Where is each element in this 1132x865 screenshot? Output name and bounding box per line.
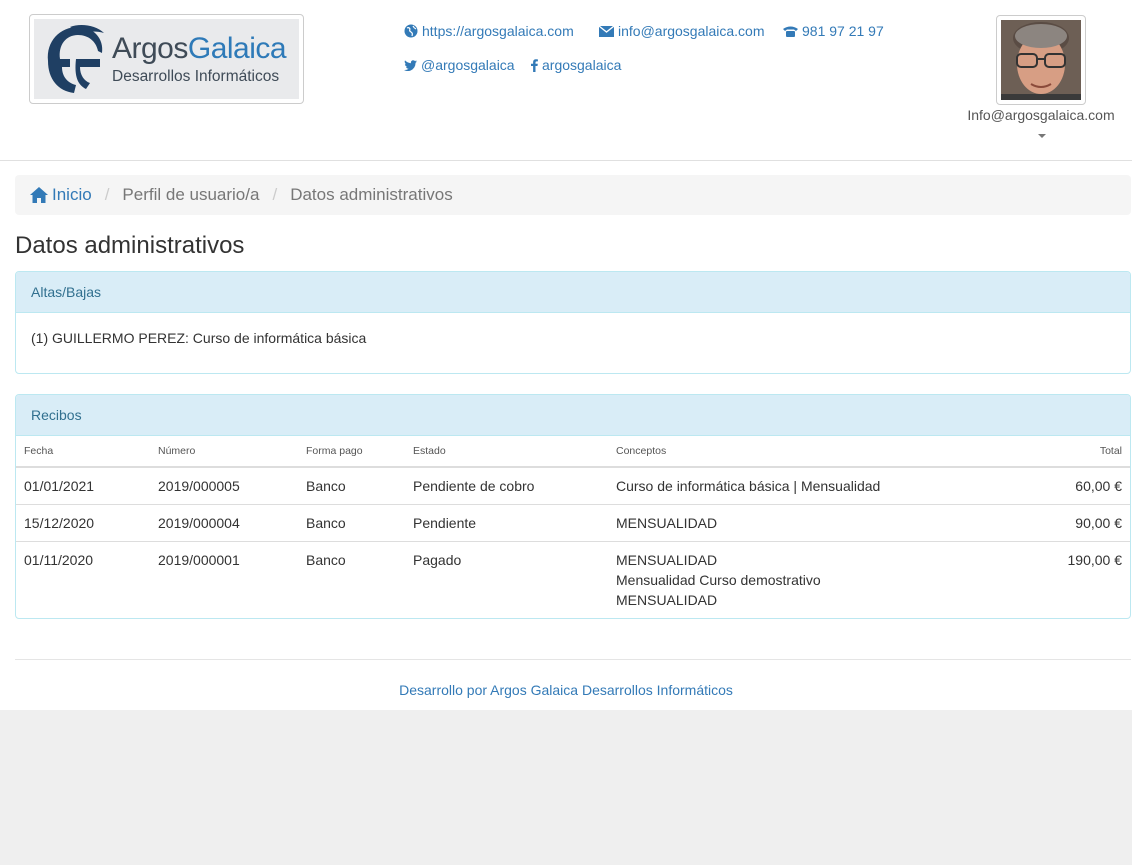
breadcrumb-item-current: Datos administrativos [290,185,453,204]
avatar [1001,20,1081,100]
facebook-text: argosgalaica [542,57,622,73]
page-title: Datos administrativos [15,232,245,259]
envelope-icon [599,25,614,37]
recibos-table: Fecha Número Forma pago Estado Conceptos… [16,436,1130,618]
facebook-link[interactable]: argosgalaica [531,57,621,73]
cell-numero: 2019/000004 [150,504,298,542]
breadcrumb-separator: / [272,185,278,204]
cell-conceptos: MENSUALIDAD Mensualidad Curso demostrati… [608,541,1010,618]
breadcrumb-separator: / [104,185,110,204]
cell-conceptos: Curso de informática básica | Mensualida… [608,467,1010,505]
globe-icon [404,24,418,38]
altas-bajas-heading: Altas/Bajas [16,272,1130,313]
cell-estado: Pendiente de cobro [413,478,535,494]
logo-brand-dark: Argos [112,31,188,65]
table-row[interactable]: 15/12/2020 2019/000004 Banco Pendiente M… [16,504,1130,542]
column-header-fecha[interactable]: Fecha [16,436,150,468]
column-header-numero[interactable]: Número [150,436,298,468]
table-row[interactable]: 01/01/2021 2019/000005 Banco Pendiente d… [16,467,1130,505]
website-link[interactable]: https://argosgalaica.com [404,23,574,39]
table-header-row: Fecha Número Forma pago Estado Conceptos… [16,436,1130,468]
concepto-line: Curso de informática básica | Mensualida… [616,478,881,494]
breadcrumb-item-profile: Perfil de usuario/a [122,185,260,204]
avatar-photo [1001,20,1081,100]
altas-bajas-body: (1) GUILLERMO PEREZ: Curso de informátic… [16,313,1130,363]
column-header-estado[interactable]: Estado [405,436,608,468]
twitter-text: @argosgalaica [421,57,515,73]
breadcrumb-home-label: Inicio [52,185,92,204]
altas-bajas-entry: (1) GUILLERMO PEREZ: Curso de informátic… [31,330,367,346]
caret-down-icon[interactable] [1038,134,1046,138]
table-row[interactable]: 01/11/2020 2019/000001 Banco Pagado MENS… [16,541,1130,618]
logo[interactable]: ArgosGalaica Desarrollos Informáticos [29,14,304,104]
header-divider [0,160,1132,161]
concepto-line: MENSUALIDAD [616,592,718,608]
cell-estado: Pendiente [405,504,608,542]
logo-subtitle: Desarrollos Informáticos [112,67,280,85]
cell-conceptos: MENSUALIDAD [608,504,1010,542]
twitter-icon [404,59,417,71]
concepto-line: MENSUALIDAD [616,552,718,568]
cell-fecha: 15/12/2020 [16,504,150,542]
phone-icon [783,26,798,37]
cell-forma-pago: Banco [298,504,405,542]
recibos-heading: Recibos [16,395,1130,436]
logo-name: ArgosGalaica [112,31,287,65]
breadcrumb-home[interactable]: Inicio [30,185,92,205]
column-header-conceptos[interactable]: Conceptos [608,436,1010,468]
website-text: https://argosgalaica.com [422,23,574,39]
page: ArgosGalaica Desarrollos Informáticos ht… [0,0,1132,710]
facebook-icon [531,58,538,72]
cell-total: 60,00 € [1075,478,1122,494]
cell-numero: 2019/000001 [150,541,298,618]
altas-bajas-panel: Altas/Bajas (1) GUILLERMO PEREZ: Curso d… [15,271,1131,374]
breadcrumb: Inicio / Perfil de usuario/a / Datos adm… [15,175,1131,215]
home-icon [30,187,48,203]
cell-forma-pago: Banco [298,541,405,618]
footer-link[interactable]: Desarrollo por Argos Galaica Desarrollos… [0,682,1132,698]
cell-fecha: 01/01/2021 [24,478,95,494]
cell-forma-pago: Banco [306,478,346,494]
footer-divider [15,659,1131,660]
cell-estado: Pagado [405,541,608,618]
column-header-total[interactable]: Total [1010,436,1130,468]
cell-total: 90,00 € [1010,504,1130,542]
cell-numero: 2019/000005 [158,478,240,494]
cell-total: 190,00 € [1010,541,1130,618]
logo-inner: ArgosGalaica Desarrollos Informáticos [34,19,299,99]
user-menu-toggle[interactable]: Info@argosgalaica.com [960,107,1122,123]
email-text: info@argosgalaica.com [618,23,765,39]
recibos-panel: Recibos Fecha Número Forma pago Estado C… [15,394,1131,619]
spartan-helmet-icon [47,25,104,93]
email-link[interactable]: info@argosgalaica.com [599,23,765,39]
phone-link[interactable]: 981 97 21 97 [783,23,884,39]
cell-fecha: 01/11/2020 [16,541,150,618]
user-avatar[interactable] [996,15,1086,105]
phone-text: 981 97 21 97 [802,23,884,39]
logo-brand-blue: Galaica [187,31,287,65]
twitter-link[interactable]: @argosgalaica [404,57,515,73]
concepto-line: MENSUALIDAD [616,515,718,531]
column-header-forma-pago[interactable]: Forma pago [298,436,405,468]
logo-text: ArgosGalaica Desarrollos Informáticos [112,31,287,86]
concepto-line: Mensualidad Curso demostrativo [616,572,821,588]
